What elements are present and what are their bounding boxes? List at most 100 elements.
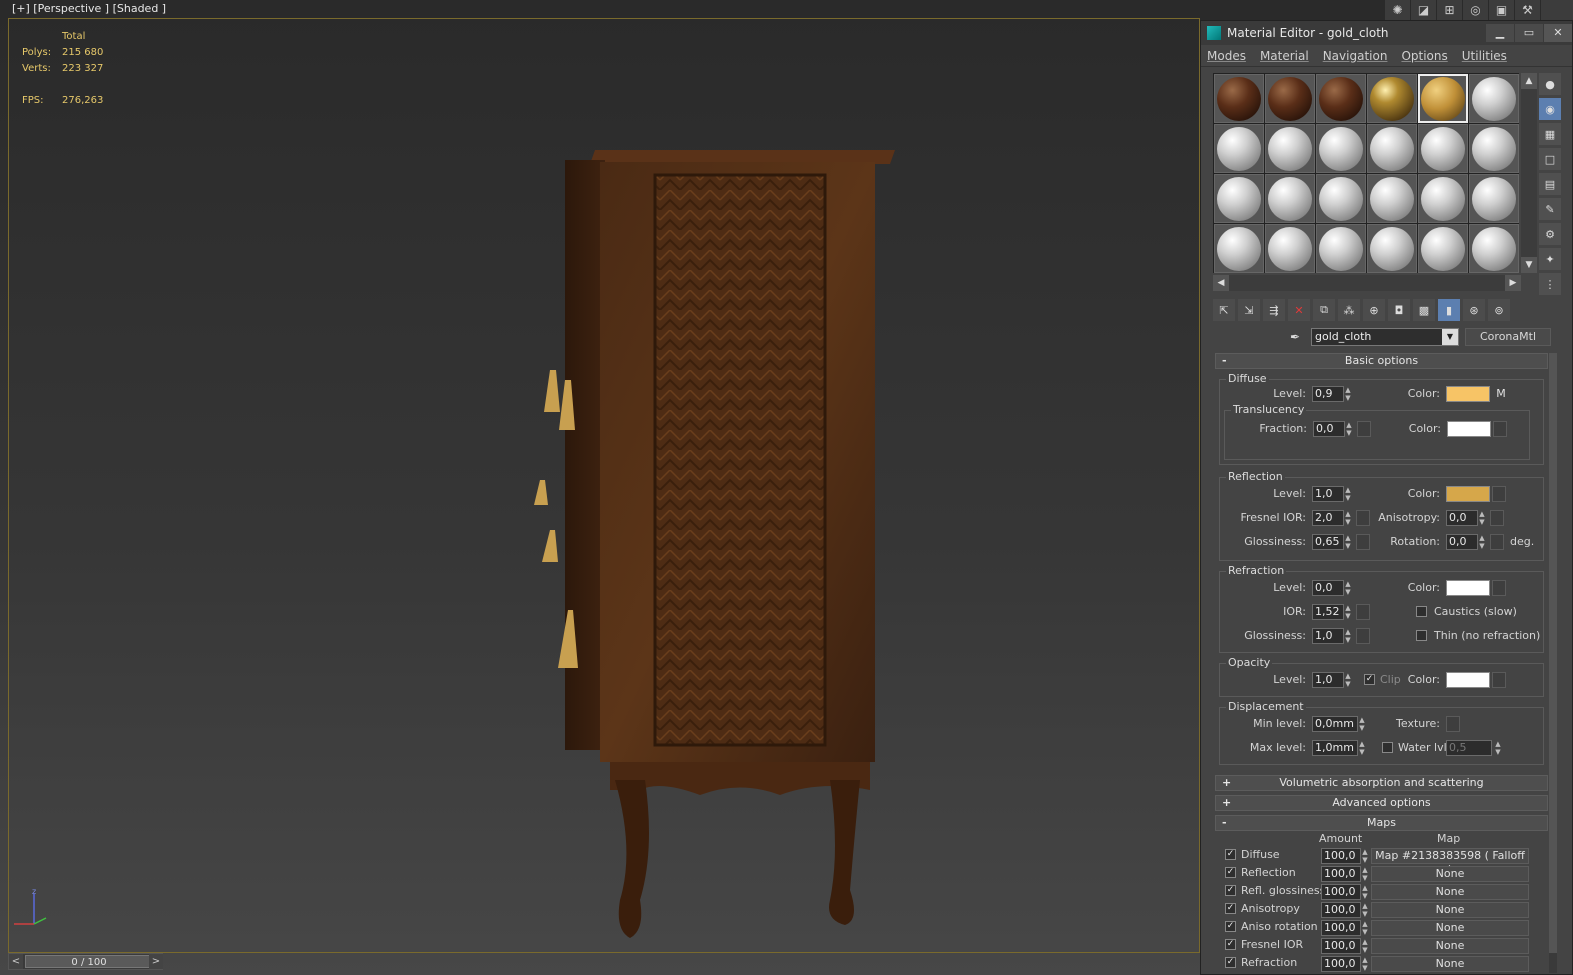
material-slot[interactable] <box>1469 74 1519 123</box>
ior-map-button[interactable] <box>1356 604 1370 620</box>
scroll-up-icon[interactable]: ▲ <box>1521 73 1537 89</box>
material-slot[interactable] <box>1418 224 1468 273</box>
frame-window-icon[interactable]: ▣ <box>1489 0 1515 20</box>
rotation-input[interactable]: 0,0 <box>1446 534 1478 550</box>
anisotropy-input[interactable]: 0,0 <box>1446 510 1478 526</box>
slots-horizontal-scrollbar[interactable]: ◀ ▶ <box>1213 275 1521 291</box>
material-slot[interactable] <box>1265 74 1315 123</box>
translucency-color-map-button[interactable] <box>1493 421 1507 437</box>
caustics-checkbox[interactable] <box>1416 606 1427 617</box>
material-slot[interactable] <box>1367 224 1417 273</box>
render-setup-icon[interactable]: ◪ <box>1411 0 1437 20</box>
material-slot[interactable] <box>1214 174 1264 223</box>
refraction-level-spinner[interactable]: ▲ ▼ <box>1344 580 1352 596</box>
map-slot-button[interactable]: Map #2138383598 ( Falloff ) <box>1371 848 1529 876</box>
go-forward-sibling-icon[interactable]: ⊚ <box>1488 299 1510 321</box>
make-unique-icon[interactable]: ⁂ <box>1338 299 1360 321</box>
diffuse-map-button[interactable]: M <box>1494 386 1508 402</box>
scrollbar-thumb[interactable] <box>1549 353 1557 953</box>
map-amount-input[interactable]: 100,0 <box>1321 848 1361 864</box>
get-material-icon[interactable]: ⇱ <box>1213 299 1235 321</box>
fresnel-ior-spinner[interactable]: ▲ ▼ <box>1344 510 1352 526</box>
timeline-next-button[interactable]: > <box>149 954 163 969</box>
map-amount-input[interactable]: 100,0 <box>1321 956 1361 972</box>
chest-of-drawers-model[interactable] <box>520 130 910 950</box>
reflection-color-map-button[interactable] <box>1492 486 1506 502</box>
make-copy-icon[interactable]: ⧉ <box>1313 299 1335 321</box>
material-slot[interactable] <box>1418 174 1468 223</box>
water-level-checkbox[interactable] <box>1382 742 1393 753</box>
fresnel-ior-map-button[interactable] <box>1356 510 1370 526</box>
map-slot-button[interactable]: None <box>1371 866 1529 882</box>
material-slot[interactable] <box>1316 74 1366 123</box>
water-level-input[interactable]: 0,5 <box>1446 740 1492 756</box>
material-slot[interactable] <box>1367 74 1417 123</box>
translucency-fraction-spinner[interactable]: ▲ ▼ <box>1345 421 1353 437</box>
material-slot[interactable] <box>1316 174 1366 223</box>
refraction-level-input[interactable]: 0,0 <box>1312 580 1344 596</box>
material-slot[interactable] <box>1316 224 1366 273</box>
map-amount-spinner[interactable]: ▲ ▼ <box>1361 920 1369 936</box>
backlight-icon[interactable]: ◉ <box>1539 98 1561 120</box>
displacement-min-input[interactable]: 0,0mm <box>1312 716 1358 732</box>
map-slot-button[interactable]: None <box>1371 884 1529 900</box>
rotation-map-button[interactable] <box>1490 534 1504 550</box>
ior-input[interactable]: 1,52 <box>1312 604 1344 620</box>
menu-options[interactable]: Options <box>1401 49 1447 63</box>
options-icon[interactable]: ⚙ <box>1539 223 1561 245</box>
map-amount-spinner[interactable]: ▲ ▼ <box>1361 884 1369 900</box>
map-amount-input[interactable]: 100,0 <box>1321 866 1361 882</box>
anisotropy-map-button[interactable] <box>1490 510 1504 526</box>
map-amount-input[interactable]: 100,0 <box>1321 938 1361 954</box>
diffuse-level-spinner[interactable]: ▲ ▼ <box>1344 386 1352 402</box>
render-production-icon[interactable]: ⚒ <box>1515 0 1541 20</box>
material-slot[interactable] <box>1214 74 1264 123</box>
map-enable-checkbox[interactable]: ✓ <box>1225 957 1236 968</box>
sample-type-icon[interactable]: ● <box>1539 73 1561 95</box>
rollout-basic-options[interactable]: - Basic options <box>1215 353 1548 369</box>
reflection-glossiness-map-button[interactable] <box>1356 534 1370 550</box>
opacity-color-swatch[interactable] <box>1446 672 1490 688</box>
select-by-material-icon[interactable]: ✦ <box>1539 248 1561 270</box>
reflection-glossiness-spinner[interactable]: ▲ ▼ <box>1344 534 1352 550</box>
rotation-spinner[interactable]: ▲ ▼ <box>1478 534 1486 550</box>
time-slider[interactable]: 0 / 100 <box>25 955 153 968</box>
parameters-scrollbar[interactable] <box>1549 353 1557 973</box>
refraction-glossiness-input[interactable]: 1,0 <box>1312 628 1344 644</box>
map-enable-checkbox[interactable]: ✓ <box>1225 867 1236 878</box>
refraction-glossiness-spinner[interactable]: ▲ ▼ <box>1344 628 1352 644</box>
water-level-spinner[interactable]: ▲ ▼ <box>1494 740 1502 756</box>
map-enable-checkbox[interactable]: ✓ <box>1225 885 1236 896</box>
rollout-maps[interactable]: - Maps <box>1215 815 1548 831</box>
reflection-glossiness-input[interactable]: 0,65 <box>1312 534 1344 550</box>
show-end-result-icon[interactable]: ▮ <box>1438 299 1460 321</box>
displacement-texture-button[interactable] <box>1446 716 1460 732</box>
material-slot[interactable] <box>1214 124 1264 173</box>
render-icon[interactable]: ◎ <box>1463 0 1489 20</box>
material-slot[interactable] <box>1469 124 1519 173</box>
map-slot-button[interactable]: None <box>1371 902 1529 918</box>
map-slot-button[interactable]: None <box>1371 938 1529 954</box>
map-amount-spinner[interactable]: ▲ ▼ <box>1361 938 1369 954</box>
reset-map-icon[interactable]: ✕ <box>1288 299 1310 321</box>
put-to-library-icon[interactable]: ⊕ <box>1363 299 1385 321</box>
material-slot[interactable] <box>1367 124 1417 173</box>
make-preview-icon[interactable]: ✎ <box>1539 198 1561 220</box>
scroll-left-icon[interactable]: ◀ <box>1213 275 1229 291</box>
anisotropy-spinner[interactable]: ▲ ▼ <box>1478 510 1486 526</box>
pick-material-icon[interactable]: ✒ <box>1285 327 1305 347</box>
translucency-color-swatch[interactable] <box>1447 421 1491 437</box>
diffuse-color-swatch[interactable] <box>1446 386 1490 402</box>
material-slot[interactable] <box>1265 174 1315 223</box>
menu-navigation[interactable]: Navigation <box>1323 49 1388 63</box>
map-amount-input[interactable]: 100,0 <box>1321 884 1361 900</box>
menu-utilities[interactable]: Utilities <box>1462 49 1507 63</box>
map-amount-spinner[interactable]: ▲ ▼ <box>1361 902 1369 918</box>
sample-uv-tiling-icon[interactable]: □ <box>1539 148 1561 170</box>
timeline[interactable]: < 0 / 100 > <box>8 953 163 970</box>
material-slot[interactable] <box>1418 74 1468 123</box>
show-map-in-viewport-icon[interactable]: ▩ <box>1413 299 1435 321</box>
diffuse-level-input[interactable]: 0,9 <box>1312 386 1344 402</box>
refraction-color-swatch[interactable] <box>1446 580 1490 596</box>
material-slot[interactable] <box>1214 224 1264 273</box>
